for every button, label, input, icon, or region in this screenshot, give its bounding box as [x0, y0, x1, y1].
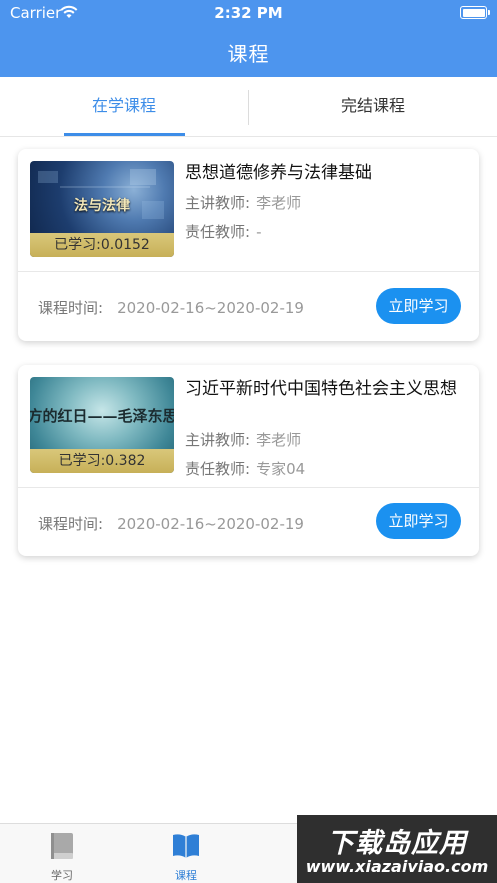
course-time-label: 课程时间: — [38, 515, 104, 533]
progress-label: 已学习:0.382 — [30, 449, 174, 473]
nav-label: 课程 — [175, 869, 197, 882]
teacher-value: 李老师 — [256, 194, 302, 212]
teacher-row: 主讲教师: 李老师 — [185, 192, 301, 213]
thumbnail-caption: 法与法律 — [74, 198, 130, 214]
owner-value: 专家04 — [256, 460, 306, 478]
teacher-row: 主讲教师: 李老师 — [185, 429, 301, 450]
nav-item-study[interactable]: 学习 — [0, 824, 124, 883]
page-title: 课程 — [227, 42, 270, 66]
course-tabs: 在学课程 完结课程 — [0, 77, 497, 137]
course-title[interactable]: 习近平新时代中国特色社会主义思想 — [185, 378, 470, 400]
battery-icon — [460, 6, 490, 19]
teacher-label: 主讲教师: — [185, 431, 251, 449]
book-closed-icon — [51, 833, 73, 859]
status-bar: Carrier 2:32 PM — [0, 0, 497, 26]
active-tab-indicator — [64, 133, 185, 136]
watermark-text: 下载岛应用 — [327, 828, 467, 859]
course-title[interactable]: 思想道德修养与法律基础 — [185, 162, 470, 184]
tab-in-progress[interactable]: 在学课程 — [0, 77, 248, 137]
progress-label: 已学习:0.0152 — [30, 233, 174, 257]
owner-row: 责任教师: 专家04 — [185, 458, 305, 479]
course-time-label: 课程时间: — [38, 299, 104, 317]
tab-completed[interactable]: 完结课程 — [249, 77, 497, 137]
watermark-url: www.xiazaiviao.com — [305, 857, 489, 876]
course-thumbnail[interactable]: 方的红日——毛泽东思想 已学习:0.382 — [30, 377, 174, 473]
course-time-value: 2020-02-16~2020-02-19 — [117, 299, 304, 317]
teacher-value: 李老师 — [256, 431, 302, 449]
owner-value: - — [256, 223, 262, 241]
watermark-logo: 下载岛应用 www.xiazaiviao.com — [297, 815, 497, 883]
course-time-row: 课程时间: 2020-02-16~2020-02-19 — [38, 513, 304, 534]
clock: 2:32 PM — [214, 4, 283, 22]
study-now-button[interactable]: 立即学习 — [376, 288, 461, 324]
course-card[interactable]: 方的红日——毛泽东思想 已学习:0.382 习近平新时代中国特色社会主义思想 主… — [18, 365, 479, 556]
nav-label: 学习 — [51, 869, 73, 882]
course-time-value: 2020-02-16~2020-02-19 — [117, 515, 304, 533]
book-open-icon — [173, 834, 199, 858]
app-header: Carrier 2:32 PM 课程 — [0, 0, 497, 77]
study-now-button[interactable]: 立即学习 — [376, 503, 461, 539]
course-time-row: 课程时间: 2020-02-16~2020-02-19 — [38, 297, 304, 318]
card-divider — [18, 271, 479, 272]
owner-label: 责任教师: — [185, 460, 251, 478]
owner-row: 责任教师: - — [185, 221, 261, 242]
owner-label: 责任教师: — [185, 223, 251, 241]
thumbnail-caption: 方的红日——毛泽东思想 — [30, 407, 174, 425]
card-divider — [18, 487, 479, 488]
course-card[interactable]: 法与法律 已学习:0.0152 思想道德修养与法律基础 主讲教师: 李老师 责任教… — [18, 149, 479, 341]
nav-item-courses[interactable]: 课程 — [124, 824, 248, 883]
course-thumbnail[interactable]: 法与法律 已学习:0.0152 — [30, 161, 174, 257]
teacher-label: 主讲教师: — [185, 194, 251, 212]
